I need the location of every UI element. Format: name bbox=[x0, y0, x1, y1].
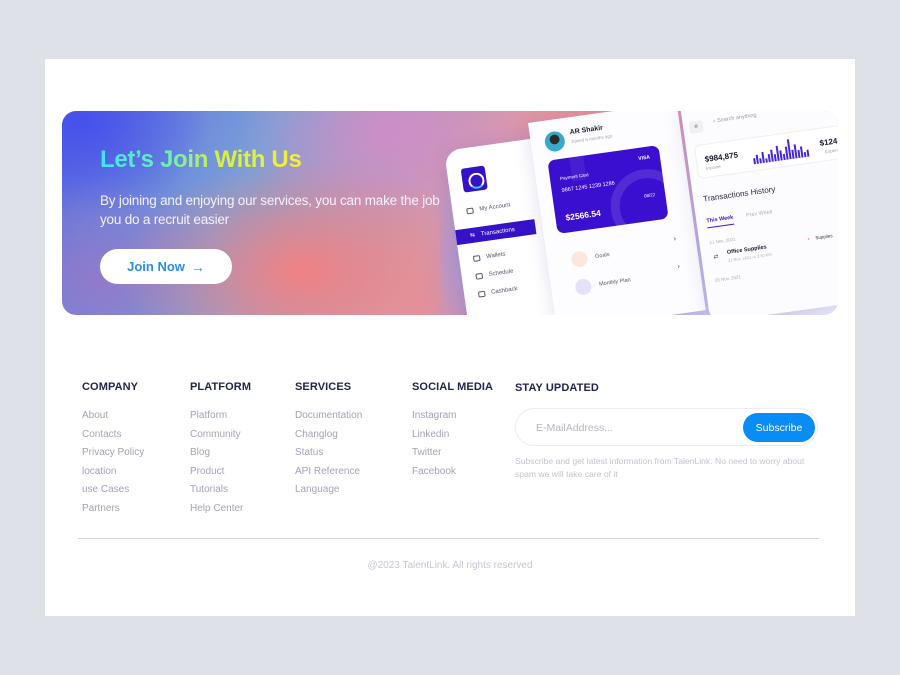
transaction-tag: Supplies bbox=[808, 233, 833, 241]
join-now-label: Join Now bbox=[127, 259, 185, 274]
footer-divider bbox=[78, 538, 819, 539]
footer-heading-social-media: SOCIAL MEDIA bbox=[412, 381, 494, 393]
footer-link-privacy-policy[interactable]: Privacy Policy bbox=[82, 447, 144, 458]
card-label: Payment Card bbox=[559, 172, 589, 182]
footer-links-services: Documentation Changlog Status API Refere… bbox=[295, 410, 362, 503]
swap-icon: ⇄ bbox=[713, 254, 719, 261]
footer-heading-platform: PLATFORM bbox=[190, 381, 252, 393]
cashback-icon bbox=[477, 290, 486, 298]
footer-links-platform: Platform Community Blog Product Tutorial… bbox=[190, 410, 243, 522]
home-icon bbox=[466, 207, 474, 215]
mockup-account-panel: AR Shakir Joined 6 months ago VISA Payme… bbox=[528, 111, 706, 315]
card-expiry: 08/22 bbox=[643, 192, 656, 199]
chevron-right-icon: › bbox=[677, 263, 681, 271]
mockup-nav-my-account: My Account bbox=[466, 202, 511, 215]
banner-title: Let’s Join With Us bbox=[100, 146, 302, 173]
mockup-nav-wallets: Wallets bbox=[472, 251, 506, 262]
footer-links-social-media: Instagram Linkedin Twitter Facebook bbox=[412, 410, 456, 484]
nav-label: Wallets bbox=[485, 251, 506, 261]
footer-link-facebook[interactable]: Facebook bbox=[412, 466, 456, 477]
nav-label: Transactions bbox=[480, 226, 516, 238]
app-logo-icon bbox=[460, 165, 488, 193]
footer-link-status[interactable]: Status bbox=[295, 447, 323, 458]
calendar-icon bbox=[475, 272, 484, 280]
search-icon: ⌕ bbox=[712, 118, 717, 125]
newsletter-heading: STAY UPDATED bbox=[515, 382, 599, 394]
income-stat-card: $984,875 Income $124,8 Expenses bbox=[693, 123, 838, 180]
row-label: Monthly Plan bbox=[598, 277, 632, 288]
footer-link-linkedin[interactable]: Linkedin bbox=[412, 429, 449, 440]
mockup-tab-this-week: This Week bbox=[706, 214, 735, 229]
transactions-history-title: Transactions History bbox=[702, 184, 776, 204]
nav-label: My Account bbox=[479, 202, 511, 213]
swap-icon: ⇆ bbox=[469, 232, 476, 240]
income-label: Income bbox=[705, 163, 722, 171]
footer-link-blog[interactable]: Blog bbox=[190, 447, 210, 458]
footer-link-changelog[interactable]: Changlog bbox=[295, 429, 338, 440]
footer-heading-services: SERVICES bbox=[295, 381, 352, 393]
newsletter-form: Subscribe bbox=[515, 408, 818, 446]
target-icon bbox=[570, 250, 589, 269]
search-placeholder: Search anything bbox=[716, 112, 757, 124]
transaction-date: 20 Nov, 2021 bbox=[714, 274, 742, 283]
join-now-button[interactable]: Join Now → bbox=[100, 249, 232, 284]
arrow-right-icon: → bbox=[190, 258, 205, 275]
footer-link-location[interactable]: location bbox=[82, 466, 116, 477]
banner-description: By joining and enjoying our services, yo… bbox=[100, 193, 440, 227]
footer-link-tutorials[interactable]: Tutorials bbox=[190, 484, 228, 495]
footer-link-twitter[interactable]: Twitter bbox=[412, 447, 441, 458]
footer-link-language[interactable]: Language bbox=[295, 484, 340, 495]
footer-link-product[interactable]: Product bbox=[190, 466, 224, 477]
menu-icon: ≡ bbox=[688, 120, 704, 134]
mockup-nav-schedule: Schedule bbox=[475, 268, 514, 280]
subscribe-button[interactable]: Subscribe bbox=[743, 413, 815, 442]
footer-link-platform[interactable]: Platform bbox=[190, 410, 227, 421]
card-brand: VISA bbox=[637, 154, 651, 162]
mockup-nav-transactions: ⇆ Transactions bbox=[455, 219, 537, 246]
calendar-icon bbox=[574, 277, 593, 296]
row-label: Goals bbox=[594, 251, 610, 260]
newsletter-note: Subscribe and get latest information fro… bbox=[515, 456, 805, 479]
wallet-icon bbox=[472, 255, 481, 262]
income-sparkline bbox=[751, 137, 809, 165]
footer-link-documentation[interactable]: Documentation bbox=[295, 410, 362, 421]
card-number: 9867 1245 1239 1286 bbox=[561, 180, 616, 194]
expenses-value: $124,8 bbox=[819, 135, 838, 148]
payment-card: VISA Payment Card 9867 1245 1239 1286 $2… bbox=[547, 145, 669, 234]
footer-link-use-cases[interactable]: use Cases bbox=[82, 484, 129, 495]
mockup-row-monthly-plan: Monthly Plan bbox=[574, 272, 631, 296]
footer-heading-company: COMPANY bbox=[82, 381, 139, 393]
mockup-row-goals: Goals bbox=[570, 247, 610, 269]
nav-label: Cashback bbox=[490, 286, 519, 296]
mockup-search: ⌕ Search anything bbox=[712, 112, 757, 125]
footer-link-community[interactable]: Community bbox=[190, 429, 241, 440]
footer-link-instagram[interactable]: Instagram bbox=[412, 410, 456, 421]
card-amount: $2566.54 bbox=[564, 207, 602, 223]
email-input[interactable] bbox=[536, 418, 726, 438]
expenses-label: Expenses bbox=[824, 146, 838, 155]
join-banner: Let’s Join With Us By joining and enjoyi… bbox=[62, 111, 838, 315]
footer-link-help-center[interactable]: Help Center bbox=[190, 503, 243, 514]
page-frame: Let’s Join With Us By joining and enjoyi… bbox=[45, 59, 855, 616]
copyright-text: @2023 TalentLink. All rights reserved bbox=[367, 560, 533, 571]
transaction-date: 21 Nov, 2021 bbox=[709, 236, 736, 246]
footer-link-api-reference[interactable]: API Reference bbox=[295, 466, 360, 477]
dashboard-mockup-image: My Account ⇆ Transactions Wallets Schedu… bbox=[442, 111, 838, 315]
chevron-right-icon: › bbox=[673, 235, 677, 243]
nav-label: Schedule bbox=[488, 268, 514, 278]
mockup-nav-cashback: Cashback bbox=[477, 286, 519, 298]
footer-links-company: About Contacts Privacy Policy location u… bbox=[82, 410, 144, 522]
footer-link-about[interactable]: About bbox=[82, 410, 108, 421]
mockup-tab-prev-week: Prev Week bbox=[745, 209, 774, 219]
footer-link-contacts[interactable]: Contacts bbox=[82, 429, 121, 440]
footer-link-partners[interactable]: Partners bbox=[82, 503, 120, 514]
avatar bbox=[543, 130, 567, 153]
income-value: $984,875 bbox=[704, 150, 739, 165]
